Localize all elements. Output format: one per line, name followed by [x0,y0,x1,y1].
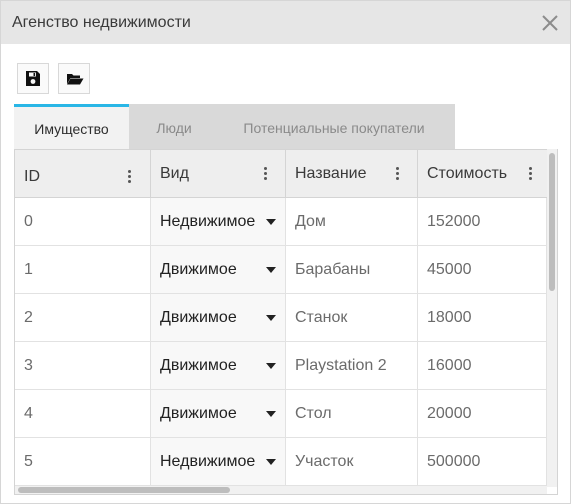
caret-down-icon [266,459,276,465]
tab-potential-buyers[interactable]: Потенциальные покупатели [219,104,449,152]
column-menu-icon[interactable] [261,166,271,182]
id-cell: 0 [15,198,151,246]
kind-select[interactable]: Недвижимое [151,438,286,486]
property-table: ID Вид Название Стоимость 0 Недвижимое Д… [14,149,558,495]
price-cell: 500000 [418,438,547,486]
kind-value: Движимое [160,405,237,422]
column-header-label: Название [295,165,367,182]
table-row[interactable]: 1 Движимое Барабаны 45000 [15,246,547,294]
kind-select[interactable]: Движимое [151,390,286,438]
window-title: Агенство недвижимости [12,14,191,31]
price-cell: 16000 [418,342,547,390]
id-cell: 3 [15,342,151,390]
price-cell: 18000 [418,294,547,342]
caret-down-icon [266,267,276,273]
vertical-scrollbar-thumb[interactable] [549,153,555,291]
column-header-label: Стоимость [427,165,508,182]
name-cell: Дом [286,198,418,246]
column-header-price[interactable]: Стоимость [418,150,547,198]
column-menu-icon[interactable] [393,166,403,182]
kind-select[interactable]: Движимое [151,246,286,294]
name-cell: Станок [286,294,418,342]
price-cell: 45000 [418,246,547,294]
name-cell: Стол [286,390,418,438]
kind-value: Движимое [160,261,237,278]
caret-down-icon [266,363,276,369]
kind-select[interactable]: Движимое [151,294,286,342]
kind-value: Движимое [160,357,237,374]
kind-select[interactable]: Недвижимое [151,198,286,246]
caret-down-icon [266,315,276,321]
kind-value: Движимое [160,309,237,326]
kind-select[interactable]: Движимое [151,342,286,390]
caret-down-icon [266,219,276,225]
dialog-window: Агенство недвижимости Имущество Люди Пот… [0,0,571,504]
tab-bar: Имущество Люди Потенциальные покупатели [14,104,455,152]
tab-label: Люди [156,120,192,136]
table-row[interactable]: 5 Недвижимое Участок 500000 [15,438,547,486]
table-row[interactable]: 0 Недвижимое Дом 152000 [15,198,547,246]
table-row[interactable]: 3 Движимое Playstation 2 16000 [15,342,547,390]
price-cell: 152000 [418,198,547,246]
id-cell: 4 [15,390,151,438]
kind-value: Недвижимое [160,213,256,230]
column-header-label: ID [24,168,40,185]
tab-label: Имущество [34,121,109,137]
tab-label: Потенциальные покупатели [243,120,425,136]
column-menu-icon[interactable] [526,166,536,182]
save-button[interactable] [17,63,49,94]
column-menu-icon[interactable] [125,169,135,185]
column-header-label: Вид [160,165,189,182]
id-cell: 2 [15,294,151,342]
table-row[interactable]: 2 Движимое Станок 18000 [15,294,547,342]
price-cell: 20000 [418,390,547,438]
name-cell: Участок [286,438,418,486]
tab-property[interactable]: Имущество [14,104,129,152]
name-cell: Playstation 2 [286,342,418,390]
save-icon [26,71,40,86]
open-button[interactable] [58,63,90,94]
kind-value: Недвижимое [160,453,256,470]
column-header-kind[interactable]: Вид [151,150,286,198]
close-icon[interactable] [539,12,561,34]
folder-open-icon [67,74,84,85]
column-header-name[interactable]: Название [286,150,418,198]
id-cell: 5 [15,438,151,486]
id-cell: 1 [15,246,151,294]
title-bar: Агенство недвижимости [1,1,570,44]
tab-people[interactable]: Люди [129,104,219,152]
horizontal-scrollbar-thumb[interactable] [18,487,230,493]
column-header-id[interactable]: ID [15,150,151,198]
caret-down-icon [266,411,276,417]
table-row[interactable]: 4 Движимое Стол 20000 [15,390,547,438]
name-cell: Барабаны [286,246,418,294]
